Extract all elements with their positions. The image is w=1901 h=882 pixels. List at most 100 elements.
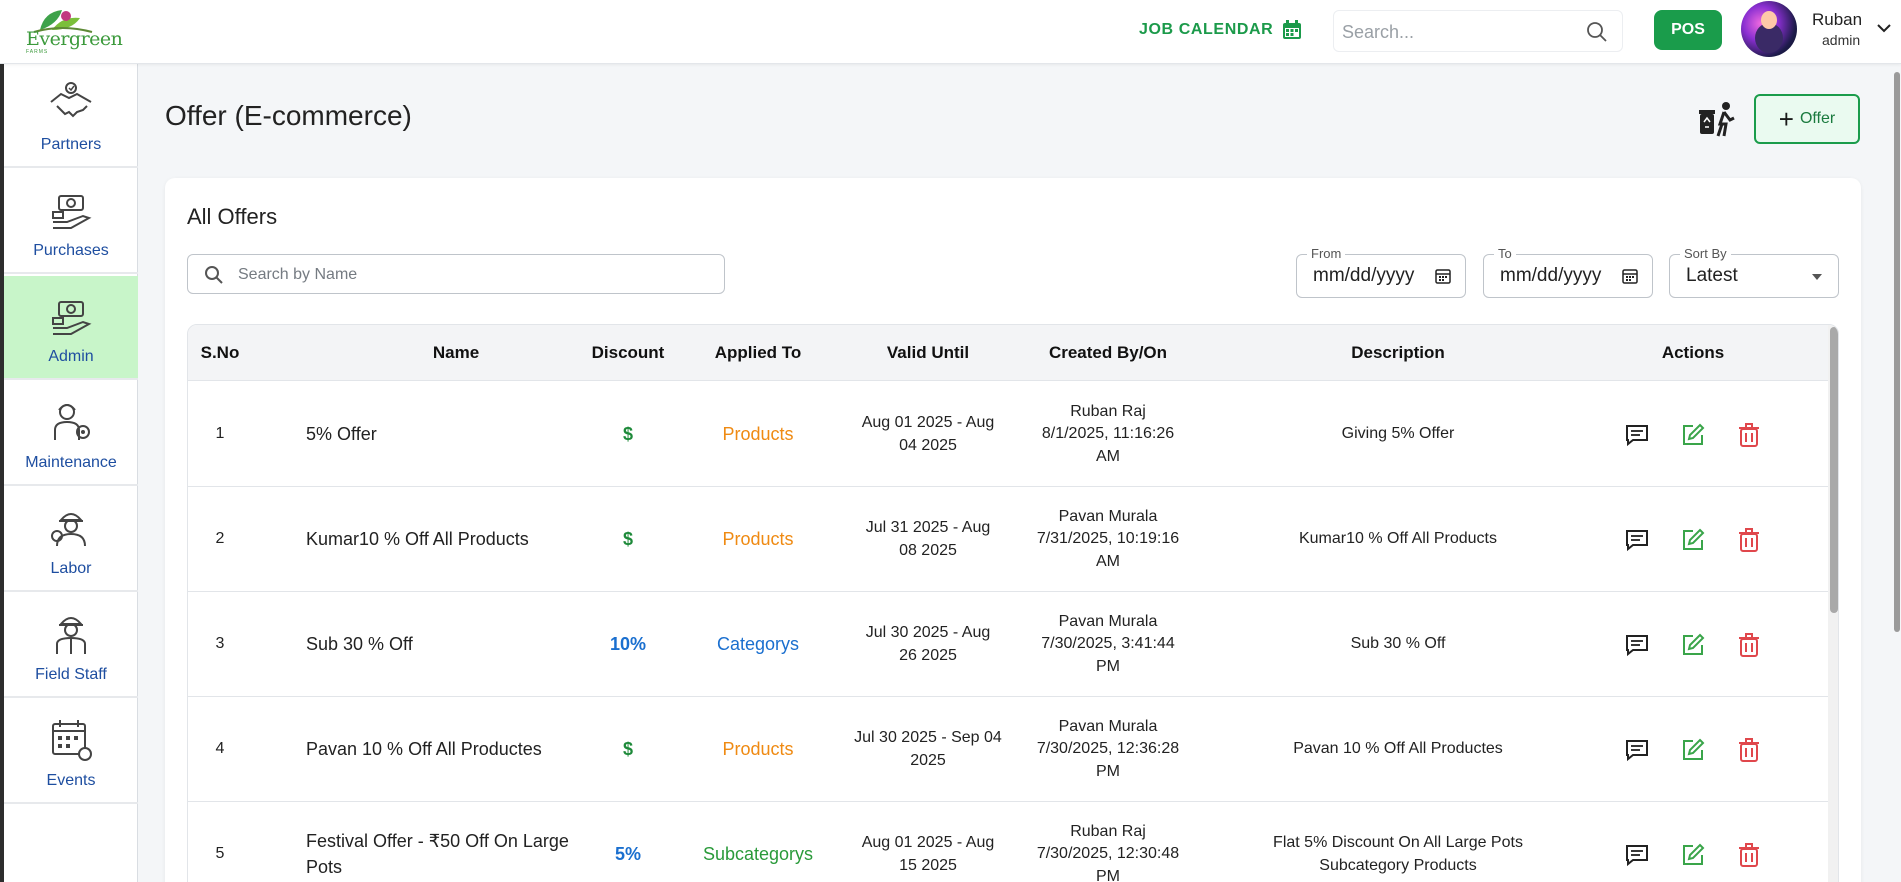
cell-applied-to: Products bbox=[722, 423, 794, 444]
comment-button[interactable] bbox=[1624, 737, 1650, 763]
sidebar-item-label: Maintenance bbox=[25, 454, 117, 471]
comment-button[interactable] bbox=[1624, 842, 1650, 868]
cell-valid-until: Jul 30 2025 - Aug 26 2025 bbox=[848, 592, 1008, 697]
edit-button[interactable] bbox=[1680, 422, 1706, 448]
cell-created: Pavan Murala 7/30/2025, 3:41:44 PM bbox=[1028, 592, 1188, 697]
recycle-bin-button[interactable] bbox=[1696, 98, 1738, 140]
valid-line-1: Aug 01 2025 - Aug bbox=[861, 834, 995, 852]
description-line-1: Kumar10 % Off All Products bbox=[1298, 530, 1497, 548]
cell-discount: $ bbox=[622, 738, 633, 759]
to-date-field[interactable]: To mm/dd/yyyy bbox=[1483, 246, 1653, 298]
cell-applied-to: Categorys bbox=[716, 633, 800, 654]
delete-button[interactable] bbox=[1736, 527, 1762, 553]
edit-icon bbox=[1683, 423, 1705, 445]
header-description: Description bbox=[1351, 343, 1445, 362]
global-search bbox=[1333, 10, 1623, 52]
edit-button[interactable] bbox=[1680, 632, 1706, 658]
events-icon bbox=[52, 720, 92, 761]
job-calendar-link[interactable]: JOB CALENDAR bbox=[1139, 18, 1303, 42]
valid-line-2: 08 2025 bbox=[899, 541, 957, 559]
table-scroll-thumb[interactable] bbox=[1830, 327, 1838, 613]
created-by: Ruban Raj bbox=[1070, 822, 1146, 840]
page-scrollbar[interactable] bbox=[1893, 72, 1901, 882]
edit-button[interactable] bbox=[1680, 527, 1706, 553]
cell-created: Ruban Raj 8/1/2025, 11:16:26 AM bbox=[1028, 382, 1188, 487]
header-valid-until: Valid Until bbox=[886, 343, 970, 362]
plus-icon: + bbox=[1778, 104, 1794, 134]
cell-name: 5% Offer bbox=[306, 423, 377, 444]
comment-icon bbox=[1626, 844, 1648, 866]
table-scrollbar[interactable] bbox=[1828, 325, 1838, 882]
cell-name: Kumar10 % Off All Products bbox=[306, 528, 529, 549]
sidebar-item-maintenance[interactable]: Maintenance bbox=[4, 382, 138, 486]
delete-button[interactable] bbox=[1736, 737, 1762, 763]
page-scroll-thumb[interactable] bbox=[1894, 72, 1900, 632]
edit-icon bbox=[1683, 528, 1705, 550]
calendar-icon[interactable] bbox=[1435, 268, 1451, 284]
comment-button[interactable] bbox=[1624, 527, 1650, 553]
top-bar: Evergreen FARMS JOB CALENDAR POS Ruban a… bbox=[0, 0, 1901, 64]
sort-by-select[interactable]: Sort By Latest bbox=[1669, 246, 1839, 298]
sort-by-value: Latest bbox=[1686, 265, 1738, 286]
valid-line-1: Aug 01 2025 - Aug bbox=[861, 414, 995, 432]
cell-valid-until: Aug 01 2025 - Aug 04 2025 bbox=[848, 382, 1008, 487]
pos-button[interactable]: POS bbox=[1654, 10, 1722, 50]
cell-name: Festival Offer - ₹50 Off On Large Pots bbox=[306, 831, 569, 877]
sidebar-item-admin[interactable]: Admin bbox=[4, 276, 138, 380]
valid-line-2: 2025 bbox=[910, 751, 946, 769]
cell-sno: 4 bbox=[215, 740, 225, 758]
avatar[interactable] bbox=[1741, 1, 1797, 57]
sidebar-item-labor[interactable]: Labor bbox=[4, 488, 138, 592]
sidebar-item-label: Events bbox=[46, 772, 96, 789]
cell-valid-until: Jul 30 2025 - Sep 04 2025 bbox=[848, 697, 1008, 802]
delete-button[interactable] bbox=[1736, 842, 1762, 868]
comment-button[interactable] bbox=[1624, 422, 1650, 448]
delete-button[interactable] bbox=[1736, 422, 1762, 448]
edit-button[interactable] bbox=[1680, 737, 1706, 763]
description-line-1: Flat 5% Discount On All Large Pots bbox=[1273, 834, 1523, 852]
created-on-1: 7/31/2025, 10:19:16 bbox=[1036, 530, 1180, 548]
created-on-2: PM bbox=[1095, 867, 1120, 882]
table-header: S.No Name Discount Applied To Valid Unti… bbox=[188, 325, 1838, 381]
chevron-down-icon[interactable] bbox=[1876, 22, 1892, 34]
delete-button[interactable] bbox=[1736, 632, 1762, 658]
logo[interactable]: Evergreen FARMS bbox=[22, 6, 123, 55]
add-offer-button[interactable]: + Offer bbox=[1754, 94, 1860, 144]
calendar-icon[interactable] bbox=[1622, 268, 1638, 284]
created-on-2: PM bbox=[1095, 762, 1120, 780]
user-name[interactable]: Ruban bbox=[1812, 10, 1862, 30]
description-line-2: Subcategory Products bbox=[1319, 856, 1477, 874]
labor-icon bbox=[51, 513, 86, 547]
edit-icon bbox=[1683, 633, 1705, 655]
search-icon bbox=[205, 266, 223, 284]
offers-card: All Offers From mm/dd/yyyy To mm/dd/yyyy… bbox=[165, 178, 1861, 882]
edit-icon bbox=[1683, 738, 1705, 760]
recycle-bin-icon bbox=[1699, 102, 1735, 137]
table-row: 5 Festival Offer - ₹50 Off On Large Pots… bbox=[188, 802, 1828, 882]
global-search-input[interactable] bbox=[1342, 21, 1582, 43]
name-search-input[interactable] bbox=[238, 265, 708, 285]
logo-text: Evergreen bbox=[26, 28, 123, 50]
edit-icon bbox=[1683, 843, 1705, 865]
description-line-1: Giving 5% Offer bbox=[1341, 425, 1455, 443]
field-staff-icon bbox=[56, 617, 86, 654]
cell-name: Pavan 10 % Off All Productes bbox=[306, 738, 542, 759]
comment-icon bbox=[1626, 634, 1648, 656]
valid-line-2: 04 2025 bbox=[899, 436, 957, 454]
calendar-icon bbox=[1283, 20, 1302, 39]
sidebar-item-events[interactable]: Events bbox=[4, 700, 138, 804]
valid-line-1: Jul 30 2025 - Aug bbox=[865, 624, 991, 642]
comment-button[interactable] bbox=[1624, 632, 1650, 658]
created-on-1: 7/30/2025, 3:41:44 bbox=[1041, 635, 1175, 653]
created-on-2: PM bbox=[1095, 657, 1120, 675]
header-discount: Discount bbox=[591, 343, 665, 362]
sidebar-item-purchases[interactable]: Purchases bbox=[4, 170, 138, 274]
from-date-field[interactable]: From mm/dd/yyyy bbox=[1296, 246, 1466, 298]
search-icon[interactable] bbox=[1586, 21, 1608, 43]
sidebar-item-field-staff[interactable]: Field Staff bbox=[4, 594, 138, 698]
sidebar-item-partners[interactable]: Partners bbox=[4, 64, 138, 168]
card-title: All Offers bbox=[187, 204, 278, 229]
header-applied-to: Applied To bbox=[714, 343, 802, 362]
trash-icon bbox=[1739, 632, 1759, 657]
edit-button[interactable] bbox=[1680, 842, 1706, 868]
